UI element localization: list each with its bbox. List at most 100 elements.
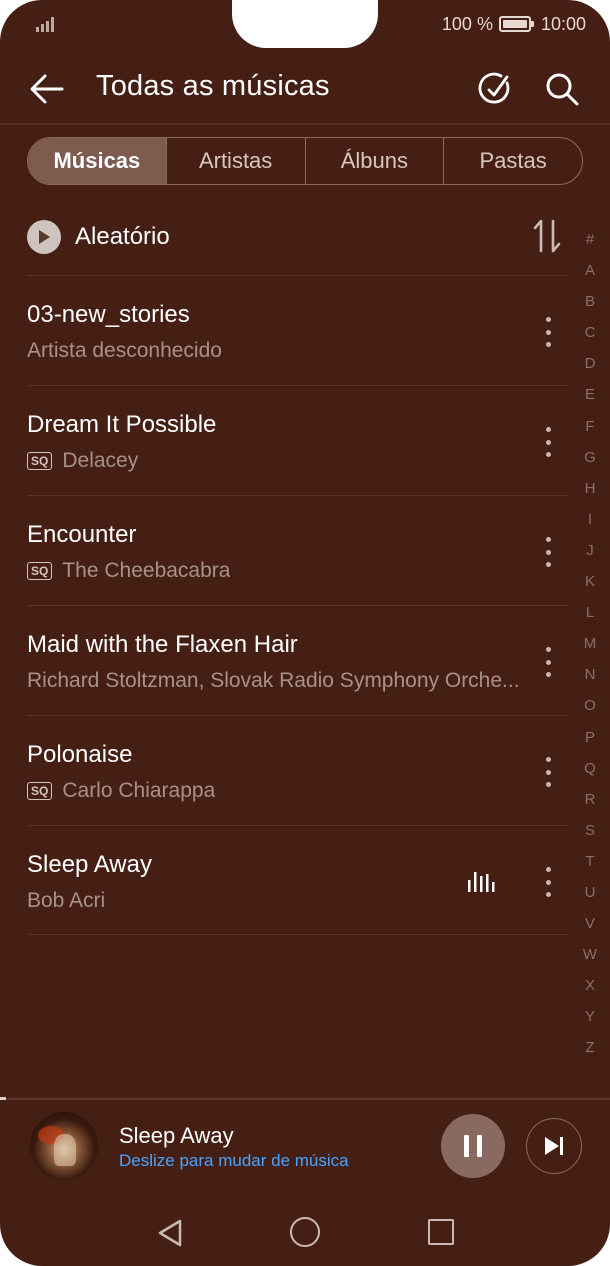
signal-icon <box>36 17 54 32</box>
index-letter[interactable]: G <box>578 442 602 473</box>
song-subtitle: SQ Carlo Chiarappa <box>27 779 215 803</box>
song-artist: Artista desconhecido <box>27 339 222 362</box>
index-letter[interactable]: M <box>578 628 602 659</box>
app-header: Todas as músicas <box>0 56 610 122</box>
scan-button[interactable] <box>474 68 516 110</box>
battery-icon <box>498 16 534 32</box>
player-swipe-hint: Deslize para mudar de música <box>119 1151 349 1170</box>
song-row[interactable]: Encounter SQ The Cheebacabra <box>27 495 569 605</box>
pause-icon-bar <box>477 1135 482 1157</box>
index-letter[interactable]: H <box>578 473 602 504</box>
more-dot <box>545 782 551 787</box>
more-dot <box>545 439 551 445</box>
nav-recents-icon[interactable] <box>428 1219 454 1245</box>
play-icon <box>27 220 61 254</box>
index-letter[interactable]: # <box>578 224 602 255</box>
system-nav-bar <box>0 1200 610 1266</box>
index-letter[interactable]: E <box>578 379 602 410</box>
index-letter[interactable]: O <box>578 690 602 721</box>
shuffle-label: Aleatório <box>75 223 170 250</box>
more-options-button[interactable] <box>537 314 559 350</box>
song-row[interactable]: Polonaise SQ Carlo Chiarappa <box>27 715 569 825</box>
more-vertical-icon <box>545 427 551 432</box>
song-title: Dream It Possible <box>27 411 217 438</box>
index-letter[interactable]: S <box>578 815 602 846</box>
index-letter[interactable]: J <box>578 535 602 566</box>
index-letter[interactable]: L <box>578 597 602 628</box>
sq-badge: SQ <box>27 782 53 800</box>
index-letter[interactable]: R <box>578 784 602 815</box>
index-letter[interactable]: P <box>578 722 602 753</box>
song-title: Sleep Away <box>27 851 152 878</box>
index-letter[interactable]: V <box>578 908 602 939</box>
song-list: 03-new_stories Artista desconhecido Drea… <box>27 275 569 935</box>
song-subtitle: Bob Acri <box>27 889 105 913</box>
pause-icon <box>464 1135 469 1157</box>
pause-button[interactable] <box>441 1114 505 1178</box>
sort-icon[interactable] <box>533 218 561 254</box>
index-letter[interactable]: T <box>578 846 602 877</box>
more-dot <box>545 892 551 897</box>
next-track-button[interactable] <box>526 1118 582 1174</box>
index-letter[interactable]: Q <box>578 753 602 784</box>
more-dot <box>545 769 551 775</box>
song-subtitle: SQ The Cheebacabra <box>27 559 230 583</box>
index-letter[interactable]: K <box>578 566 602 597</box>
more-vertical-icon <box>545 317 551 322</box>
index-letter[interactable]: I <box>578 504 602 535</box>
player-song-title[interactable]: Sleep Away <box>119 1123 234 1149</box>
tab-folders[interactable]: Pastas <box>444 138 582 184</box>
album-art[interactable] <box>30 1112 98 1180</box>
search-button[interactable] <box>541 68 583 110</box>
more-dot <box>545 549 551 555</box>
index-letter[interactable]: Y <box>578 1001 602 1032</box>
back-button[interactable] <box>26 68 68 110</box>
song-subtitle: Richard Stoltzman, Slovak Radio Symphony… <box>27 669 520 693</box>
more-options-button[interactable] <box>537 644 559 680</box>
nav-home-icon[interactable] <box>290 1217 320 1247</box>
index-letter[interactable]: A <box>578 255 602 286</box>
status-right: 100 % 10:00 <box>442 12 586 36</box>
tab-artists[interactable]: Artistas <box>167 138 306 184</box>
song-title: Maid with the Flaxen Hair <box>27 631 298 658</box>
index-letter[interactable]: U <box>578 877 602 908</box>
more-options-button[interactable] <box>537 534 559 570</box>
index-letter[interactable]: N <box>578 659 602 690</box>
more-options-button[interactable] <box>537 424 559 460</box>
more-dot <box>545 672 551 677</box>
index-letter[interactable]: X <box>578 970 602 1001</box>
alphabet-index[interactable]: # A B C D E F G H I J K L M N O P Q R S … <box>578 224 602 1064</box>
song-row[interactable]: 03-new_stories Artista desconhecido <box>27 275 569 385</box>
header-divider <box>0 123 610 125</box>
index-letter[interactable]: B <box>578 286 602 317</box>
index-letter[interactable]: W <box>578 939 602 970</box>
search-icon <box>546 73 579 106</box>
more-dot <box>545 342 551 347</box>
index-letter[interactable]: F <box>578 411 602 442</box>
nav-back-icon[interactable] <box>156 1218 186 1248</box>
more-dot <box>545 452 551 457</box>
category-tabs: Músicas Artistas Álbuns Pastas <box>27 137 583 185</box>
song-artist: Carlo Chiarappa <box>62 779 216 802</box>
song-row[interactable]: Dream It Possible SQ Delacey <box>27 385 569 495</box>
index-letter[interactable]: C <box>578 317 602 348</box>
index-letter[interactable]: D <box>578 348 602 379</box>
arrow-left-icon <box>30 74 64 104</box>
refresh-scan-icon <box>478 72 510 104</box>
song-subtitle: SQ Delacey <box>27 449 138 473</box>
more-dot <box>545 329 551 335</box>
more-options-button[interactable] <box>537 754 559 790</box>
battery-percent: 100 % <box>441 13 493 34</box>
tab-albums[interactable]: Álbuns <box>306 138 445 184</box>
more-dot <box>545 879 551 885</box>
index-letter[interactable]: Z <box>578 1032 602 1063</box>
more-options-button[interactable] <box>537 864 559 900</box>
album-art-figure <box>54 1134 76 1166</box>
song-row[interactable]: Sleep Away Bob Acri <box>27 825 569 935</box>
clock: 10:00 <box>540 13 586 34</box>
song-artist: Richard Stoltzman, Slovak Radio Symphony… <box>27 669 520 692</box>
shuffle-row[interactable]: Aleatório <box>27 210 567 264</box>
song-subtitle: Artista desconhecido <box>27 339 222 363</box>
tab-songs[interactable]: Músicas <box>28 138 167 184</box>
song-row[interactable]: Maid with the Flaxen Hair Richard Stoltz… <box>27 605 569 715</box>
